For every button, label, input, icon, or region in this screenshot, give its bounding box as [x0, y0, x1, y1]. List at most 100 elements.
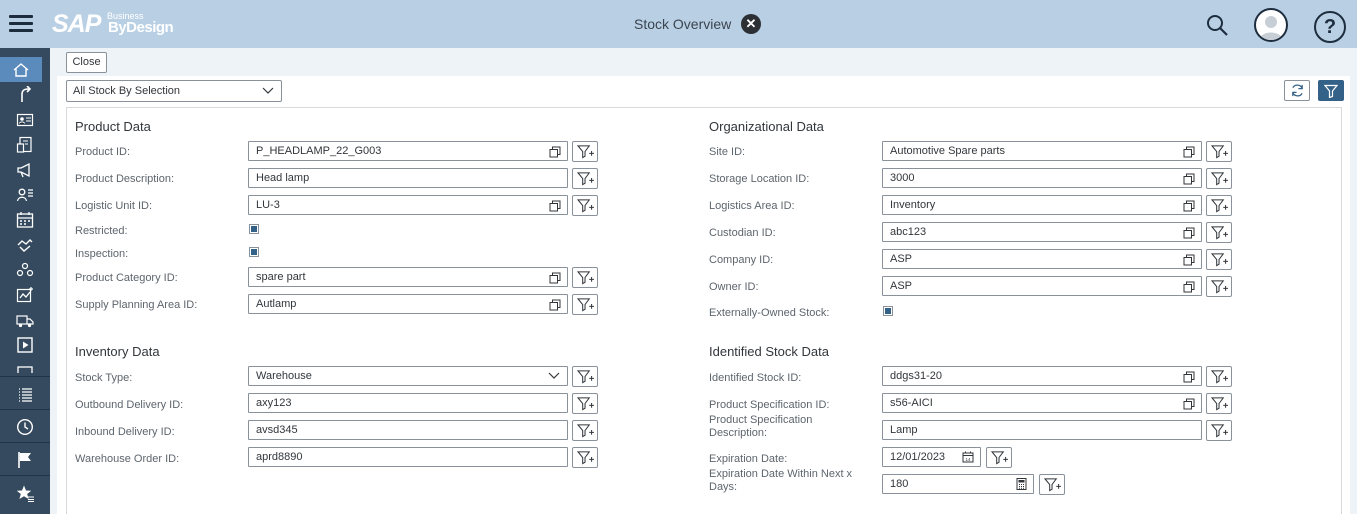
truck-icon[interactable] [0, 307, 50, 332]
calculator-icon[interactable] [1016, 478, 1027, 490]
restricted-label: Restricted: [75, 225, 128, 237]
close-button[interactable]: Close [66, 52, 107, 73]
company-id-filter-button[interactable] [1206, 249, 1232, 270]
product-category-id-field[interactable]: spare part [248, 267, 568, 287]
owner-id-field[interactable]: ASP [882, 276, 1202, 296]
calendar-icon[interactable]: 14 [962, 451, 974, 463]
value-help-icon[interactable] [549, 200, 561, 212]
logistic-unit-id-filter-button[interactable] [572, 195, 598, 216]
calendar-nav-icon[interactable] [0, 207, 50, 232]
logistics-area-id-field[interactable]: Inventory [882, 195, 1202, 215]
filter-add-icon [1211, 225, 1228, 240]
logistics-area-id-label: Logistics Area ID: [709, 200, 795, 212]
value-help-icon[interactable] [1183, 254, 1195, 266]
value-help-icon[interactable] [549, 146, 561, 158]
supply-planning-area-id-filter-button[interactable] [572, 294, 598, 315]
analytics-icon[interactable] [0, 282, 50, 307]
product-id-filter-button[interactable] [572, 141, 598, 162]
warehouse-order-id-filter-button[interactable] [572, 447, 598, 468]
play-icon[interactable] [0, 332, 50, 357]
inbound-delivery-id-field[interactable]: avsd345 [248, 420, 568, 440]
stock-type-filter-button[interactable] [572, 366, 598, 387]
value-help-icon[interactable] [1183, 173, 1195, 185]
section-title-inventory-data: Inventory Data [75, 344, 160, 359]
help-icon[interactable]: ? [1314, 11, 1346, 43]
owner-id-filter-button[interactable] [1206, 276, 1232, 297]
warehouse-order-id-field[interactable]: aprd8890 [248, 447, 568, 467]
value-help-icon[interactable] [1183, 281, 1195, 293]
storage-location-id-filter-button[interactable] [1206, 168, 1232, 189]
expiration-date-filter-button[interactable] [986, 447, 1012, 468]
page-area: Close All Stock By Selection Product Dat… [50, 48, 1357, 514]
stock-type-select[interactable]: Warehouse [248, 366, 568, 386]
section-title-organizational-data: Organizational Data [709, 119, 824, 134]
value-help-icon[interactable] [1183, 200, 1195, 212]
flag-icon[interactable] [0, 447, 50, 472]
outbound-delivery-id-value: axy123 [256, 397, 292, 409]
inspection-checkbox[interactable] [249, 247, 259, 257]
product-specification-description-filter-button[interactable] [1206, 420, 1232, 441]
expiration-within-days-field[interactable]: 180 [882, 474, 1034, 494]
product-specification-id-filter-button[interactable] [1206, 393, 1232, 414]
people-group-icon[interactable] [0, 257, 50, 282]
outbound-delivery-id-field[interactable]: axy123 [248, 393, 568, 413]
home-icon[interactable] [0, 57, 42, 82]
product-category-id-filter-button[interactable] [572, 267, 598, 288]
view-selector[interactable]: All Stock By Selection [66, 80, 282, 102]
favorites-icon[interactable] [0, 480, 50, 505]
product-specification-id-field[interactable]: s56-AICI [882, 393, 1202, 413]
logistics-area-id-filter-button[interactable] [1206, 195, 1232, 216]
externally-owned-stock-checkbox[interactable] [883, 306, 893, 316]
value-help-icon[interactable] [549, 299, 561, 311]
storage-location-id-field[interactable]: 3000 [882, 168, 1202, 188]
restricted-checkbox[interactable] [249, 224, 259, 234]
value-help-icon[interactable] [1183, 398, 1195, 410]
menu-icon[interactable] [9, 15, 33, 33]
custodian-id-filter-button[interactable] [1206, 222, 1232, 243]
filter-add-icon [1211, 144, 1228, 159]
contact-card-icon[interactable] [0, 107, 50, 132]
sap-logo[interactable]: SAP Business ByDesign [52, 10, 174, 38]
custodian-id-field[interactable]: abc123 [882, 222, 1202, 242]
clock-icon[interactable] [0, 414, 50, 439]
product-id-field[interactable]: P_HEADLAMP_22_G003 [248, 141, 568, 161]
more-work-centers-icon[interactable] [0, 357, 50, 373]
search-icon[interactable] [1205, 13, 1229, 37]
site-id-filter-button[interactable] [1206, 141, 1232, 162]
user-list-icon[interactable] [0, 182, 50, 207]
document-icon[interactable] [0, 132, 50, 157]
storage-location-id-value: 3000 [890, 172, 915, 184]
product-specification-id-value: s56-AICI [890, 397, 933, 409]
close-tab-icon[interactable]: ✕ [741, 14, 761, 34]
value-help-icon[interactable] [1183, 227, 1195, 239]
site-id-field[interactable]: Automotive Spare parts [882, 141, 1202, 161]
value-help-icon[interactable] [1183, 146, 1195, 158]
product-description-field[interactable]: Head lamp [248, 168, 568, 188]
main-panel: All Stock By Selection Product Data Prod… [57, 76, 1350, 514]
company-id-field[interactable]: ASP [882, 249, 1202, 269]
list-icon[interactable] [0, 381, 50, 406]
filter-add-icon [991, 450, 1008, 465]
expiration-date-field[interactable]: 12/01/2023 14 [882, 447, 981, 467]
identified-stock-id-field[interactable]: ddgs31-20 [882, 366, 1202, 386]
product-id-label: Product ID: [75, 146, 131, 158]
value-help-icon[interactable] [1183, 371, 1195, 383]
identified-stock-id-filter-button[interactable] [1206, 366, 1232, 387]
outbound-delivery-id-filter-button[interactable] [572, 393, 598, 414]
supply-planning-area-id-field[interactable]: Autlamp [248, 294, 568, 314]
toggle-filter-button[interactable] [1318, 80, 1344, 101]
refresh-button[interactable] [1284, 80, 1310, 101]
user-avatar[interactable] [1254, 8, 1288, 42]
handshake-icon[interactable] [0, 232, 50, 257]
value-help-icon[interactable] [549, 272, 561, 284]
redo-icon[interactable] [0, 82, 50, 107]
megaphone-icon[interactable] [0, 157, 50, 182]
filter-add-icon [1211, 252, 1228, 267]
inbound-delivery-id-filter-button[interactable] [572, 420, 598, 441]
logistic-unit-id-field[interactable]: LU-3 [248, 195, 568, 215]
refresh-icon [1291, 84, 1303, 97]
product-specification-description-field[interactable]: Lamp [882, 420, 1202, 440]
filter-add-icon [1044, 477, 1061, 492]
product-description-filter-button[interactable] [572, 168, 598, 189]
expiration-within-days-filter-button[interactable] [1039, 474, 1065, 495]
